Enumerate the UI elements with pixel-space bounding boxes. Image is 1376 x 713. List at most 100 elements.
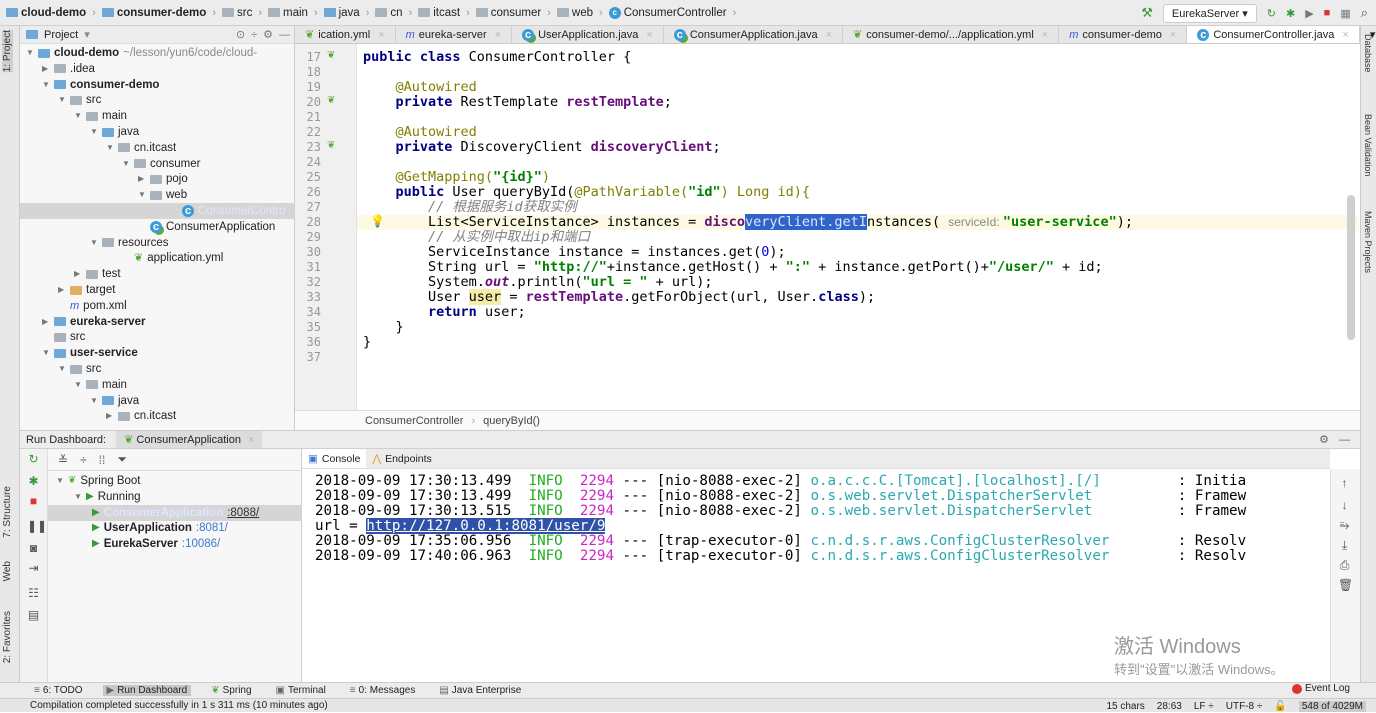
run-config-select[interactable]: EurekaServer ▾ [1162,3,1257,23]
file-encoding[interactable]: UTF-8 ÷ [1226,701,1263,712]
maven-tool-button[interactable]: Maven Projects [1363,211,1373,273]
pause-icon[interactable]: ❚❚ [27,520,47,533]
status-message[interactable]: Compilation completed successfully in 1 … [30,700,328,711]
hide-icon[interactable]: — [279,29,290,41]
breadcrumb-item[interactable]: itcast [418,7,460,19]
chevron-right-icon[interactable]: ▶ [74,266,82,282]
tabs-overflow-button[interactable]: ▾≡4 [1360,26,1376,43]
breadcrumb-item[interactable]: consumer-demo [101,7,206,19]
coverage-icon[interactable]: ▶ [1305,7,1313,20]
editor-tab[interactable]: c ConsumerApplication.java × [664,26,844,43]
breadcrumb-item[interactable]: main [268,7,308,19]
editor-tab[interactable]: ❦ ication.yml × [295,26,396,43]
tab-console[interactable]: ▣ Console [302,449,367,468]
event-log-button[interactable]: Event Log [1291,683,1350,694]
chevron-down-icon[interactable]: ▼ [90,235,98,251]
tree-item[interactable]: ▼ src [20,92,101,108]
login-icon[interactable]: ⇥ [27,562,40,575]
tool-tab[interactable]: ▣ Terminal [272,685,330,696]
tree-item[interactable]: c ConsumerApplication [20,219,275,235]
expand-all-icon[interactable]: ≚ [58,453,68,467]
crumb-class[interactable]: ConsumerController [365,415,463,427]
layout-icon[interactable]: ☷ [27,587,40,600]
structure-tool-button[interactable]: 7: Structure [2,486,13,538]
chevron-down-icon[interactable]: ▼ [42,345,50,361]
collapse-icon[interactable]: ÷ [251,29,257,41]
tool-tab[interactable]: ▤ Java Enterprise [435,685,525,696]
grid-icon[interactable]: ▤ [27,609,40,622]
breadcrumb-item[interactable]: consumer [475,7,541,19]
code-editor[interactable]: public class ConsumerController { @Autow… [357,44,1357,410]
favorites-tool-button[interactable]: 2: Favorites [2,611,13,663]
tree-item[interactable]: ▼ cn.itcast [20,140,176,156]
bean-gutter-icon[interactable]: ❦ [327,140,335,151]
chevron-down-icon[interactable]: ▼ [106,140,114,156]
tree-item[interactable]: ▼ web [20,187,187,203]
breadcrumb-item[interactable]: cn [375,7,403,19]
tool-tab[interactable]: ▶ Run Dashboard [102,685,192,696]
scroll-up-icon[interactable]: ↑ [1338,477,1351,490]
editor-tab[interactable]: c ConsumerController.java × [1187,26,1360,43]
chevron-down-icon[interactable]: ▼ [42,77,50,93]
tree-item[interactable]: ▶ .idea [20,61,95,77]
project-view-select[interactable]: Project [44,29,78,41]
tree-item[interactable]: m pom.xml [20,298,127,314]
memory-indicator[interactable]: 548 of 4029M [1298,700,1366,712]
locate-icon[interactable]: ⊙ [236,28,245,41]
run-tree-item[interactable]: ▶ UserApplication:8081/ [48,520,302,536]
trash-icon[interactable]: 🗑 [1338,579,1353,592]
chevron-down-icon[interactable]: ▼ [90,124,98,140]
stop-icon[interactable]: ■ [27,495,40,508]
debug-icon[interactable]: ✱ [1286,7,1295,20]
chevron-right-icon[interactable]: ▶ [106,408,114,424]
collapse-all-icon[interactable]: ÷ [80,453,87,467]
breadcrumb-item[interactable]: cloud-demo [6,7,86,19]
close-icon[interactable]: × [378,29,384,41]
tab-endpoints[interactable]: ⋀ Endpoints [366,449,437,468]
rerun-icon[interactable]: ↻ [1267,7,1276,20]
lock-icon[interactable]: 🔓 [1274,701,1286,712]
chevron-right-icon[interactable]: ▶ [138,171,146,187]
run-tree-item[interactable]: ▼ ▶ Running [48,489,302,505]
close-icon[interactable]: × [646,29,652,41]
editor-tab[interactable]: c UserApplication.java × [512,26,664,43]
web-tool-button[interactable]: Web [2,561,13,581]
gear-icon[interactable]: ⚙ [1319,433,1329,446]
chevron-down-icon[interactable]: ▼ [138,187,146,203]
chevron-right-icon[interactable]: ▶ [42,61,50,77]
breadcrumb-item[interactable]: src [221,7,252,19]
port-link[interactable]: :8081/ [196,520,228,536]
bean-gutter-icon[interactable]: ❦ [327,95,335,106]
line-separator[interactable]: LF ÷ [1194,701,1214,712]
chevron-down-icon[interactable]: ▼ [122,156,130,172]
bean-validation-tool-button[interactable]: Bean Validation [1363,114,1373,176]
filter-icon[interactable]: ⏷ [117,452,127,467]
group-icon[interactable]: ⁞⁞ [99,453,106,467]
log-url-link[interactable]: http://127.0.0.1:8081/user/9 [366,518,606,534]
tool-tab[interactable]: ≡ 0: Messages [346,685,420,696]
run-tree-item[interactable]: ▶ EurekaServer:10086/ [48,536,302,552]
editor-scrollbar[interactable] [1347,195,1355,340]
close-icon[interactable]: × [1342,29,1348,41]
tree-item[interactable]: ▼ user-service [20,345,138,361]
tool-tab[interactable]: ❦ Spring [207,685,255,696]
chevron-down-icon[interactable]: ▼ [58,92,66,108]
tree-item[interactable]: ▶ target [20,282,115,298]
tree-item[interactable]: ▼ main [20,377,127,393]
tree-item[interactable]: ▼ main [20,108,127,124]
bean-gutter-icon[interactable]: ❦ [327,50,335,61]
tree-item[interactable]: ▶ cn.itcast [20,408,176,424]
stop-icon[interactable]: ■ [1324,7,1331,19]
breadcrumb-item[interactable]: c ConsumerController [608,6,727,19]
intention-bulb-icon[interactable]: 💡 [370,214,385,228]
chevron-down-icon[interactable]: ▼ [74,489,82,505]
chevron-down-icon[interactable]: ▼ [74,108,82,124]
editor-tab[interactable]: m eureka-server × [396,26,513,43]
scroll-down-icon[interactable]: ↓ [1338,499,1351,512]
breadcrumb-item[interactable]: web [556,7,593,19]
tree-item[interactable]: ▼ resources [20,235,169,251]
tool-tab[interactable]: ≡ 6: TODO [30,685,87,696]
close-icon[interactable]: × [1170,29,1176,41]
tree-item[interactable]: c ConsumerContro [20,203,295,219]
tree-item[interactable]: ❦ application.yml [20,250,223,266]
